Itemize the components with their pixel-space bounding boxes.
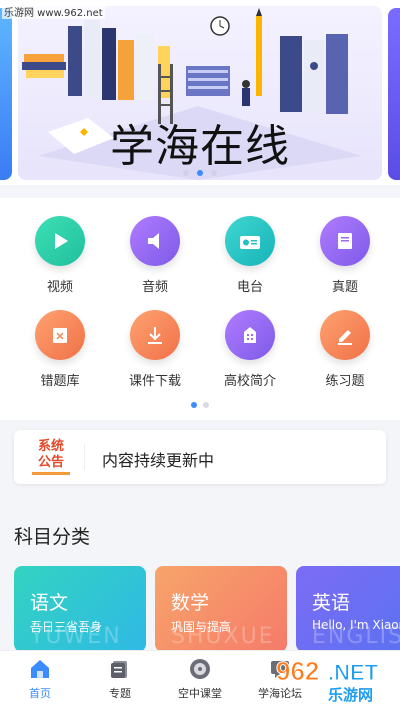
grid-page-dot: [203, 402, 209, 408]
notice-divider: [84, 444, 85, 470]
notice-logo-line2: 公告: [37, 455, 64, 470]
subject-card-chinese[interactable]: YUWEN 语文 吾日三省吾身: [14, 566, 146, 652]
subject-subtitle: 巩固与提高: [171, 620, 232, 634]
subject-subtitle: Hello, I'm Xiaoming: [312, 618, 400, 632]
radio-icon: [240, 236, 260, 249]
grid-page-indicator: [0, 402, 400, 408]
subject-subtitle: 吾日三省吾身: [30, 620, 103, 634]
nav-item-topics[interactable]: 专题: [80, 657, 160, 701]
banner-next-card[interactable]: [388, 8, 400, 180]
subject-name: 英语: [312, 592, 351, 614]
banner-indicator: [18, 170, 382, 176]
grid-item-download[interactable]: 课件下载: [115, 310, 195, 389]
brand-logo-name: 乐游网: [328, 686, 373, 704]
subjects-title: 科目分类: [14, 526, 91, 548]
banner-title: 学海在线: [110, 121, 290, 172]
banner-prev-card[interactable]: [0, 8, 12, 180]
book-icon-circle: [320, 216, 370, 266]
pencil-icon-circle: [320, 310, 370, 360]
subject-card-math[interactable]: SHUXUE 数学 巩固与提高: [155, 566, 287, 652]
radio-icon-circle: [225, 216, 275, 266]
grid-item-practice[interactable]: 练习题: [305, 310, 385, 389]
grid-label: 音频: [141, 280, 168, 295]
banner-dot: [211, 170, 217, 176]
nav-item-home[interactable]: 首页: [0, 657, 80, 701]
nav-label: 首页: [29, 687, 51, 700]
book-icon: [338, 233, 352, 249]
notice-logo: 系统 公告: [32, 439, 70, 475]
play-icon-circle: [35, 216, 85, 266]
grid-item-exam[interactable]: 真题: [305, 216, 385, 295]
grid-page-dot-active: [191, 402, 197, 408]
banner-carousel[interactable]: 学海在线 乐游网 www.962.net: [0, 0, 400, 185]
grid-label: 真题: [331, 280, 358, 295]
play-icon: [55, 233, 68, 249]
disc-icon: [190, 659, 210, 679]
subjects-row: YUWEN 语文 吾日三省吾身 SHUXUE 数学 巩固与提高 ENGLISH …: [0, 566, 400, 656]
home-icon: [31, 660, 49, 678]
topic-icon: [111, 661, 127, 678]
banner-dot: [183, 170, 189, 176]
subject-card-english[interactable]: ENGLISH 英语 Hello, I'm Xiaoming: [296, 566, 400, 652]
notebook-icon: [53, 328, 67, 343]
subject-name: 数学: [171, 592, 210, 614]
download-icon-circle: [130, 310, 180, 360]
subject-name: 语文: [30, 592, 69, 614]
grid-item-radio[interactable]: 电台: [210, 216, 290, 295]
speaker-icon: [148, 233, 159, 249]
notebook-icon-circle: [35, 310, 85, 360]
grid-label: 课件下载: [128, 374, 181, 389]
grid-label: 高校简介: [223, 374, 276, 389]
grid-item-video[interactable]: 视频: [20, 216, 100, 295]
building-icon-circle: [225, 310, 275, 360]
nav-label: 空中课堂: [178, 687, 222, 700]
grid-item-college[interactable]: 高校简介: [210, 310, 290, 389]
notice-text: 内容持续更新中: [102, 451, 215, 470]
nav-item-classroom[interactable]: 空中课堂: [160, 657, 240, 701]
speaker-icon-circle: [130, 216, 180, 266]
grid-label: 错题库: [40, 374, 80, 389]
grid-item-audio[interactable]: 音频: [115, 216, 195, 295]
brand-logo-number: 962: [276, 656, 319, 686]
system-notice[interactable]: 系统 公告 内容持续更新中: [14, 430, 386, 484]
watermark: 乐游网 www.962.net: [2, 4, 105, 19]
grid-label: 练习题: [325, 374, 365, 389]
brand-logo: 962 .NET 乐游网: [276, 656, 380, 705]
notice-logo-line1: 系统: [37, 439, 64, 454]
pencil-icon: [338, 330, 352, 345]
grid-label: 视频: [46, 280, 73, 295]
download-icon: [148, 327, 162, 344]
nav-label: 专题: [109, 687, 131, 700]
feature-grid: 视频 音频 电台 真题 错题库 课件下载 高校简介 练习题: [0, 198, 400, 420]
building-icon: [244, 327, 256, 343]
banner-slide[interactable]: 学海在线: [18, 6, 382, 180]
grid-item-mistakes[interactable]: 错题库: [20, 310, 100, 389]
grid-label: 电台: [236, 280, 263, 295]
banner-dot-active: [197, 170, 203, 176]
brand-logo-net: .NET: [328, 660, 379, 685]
